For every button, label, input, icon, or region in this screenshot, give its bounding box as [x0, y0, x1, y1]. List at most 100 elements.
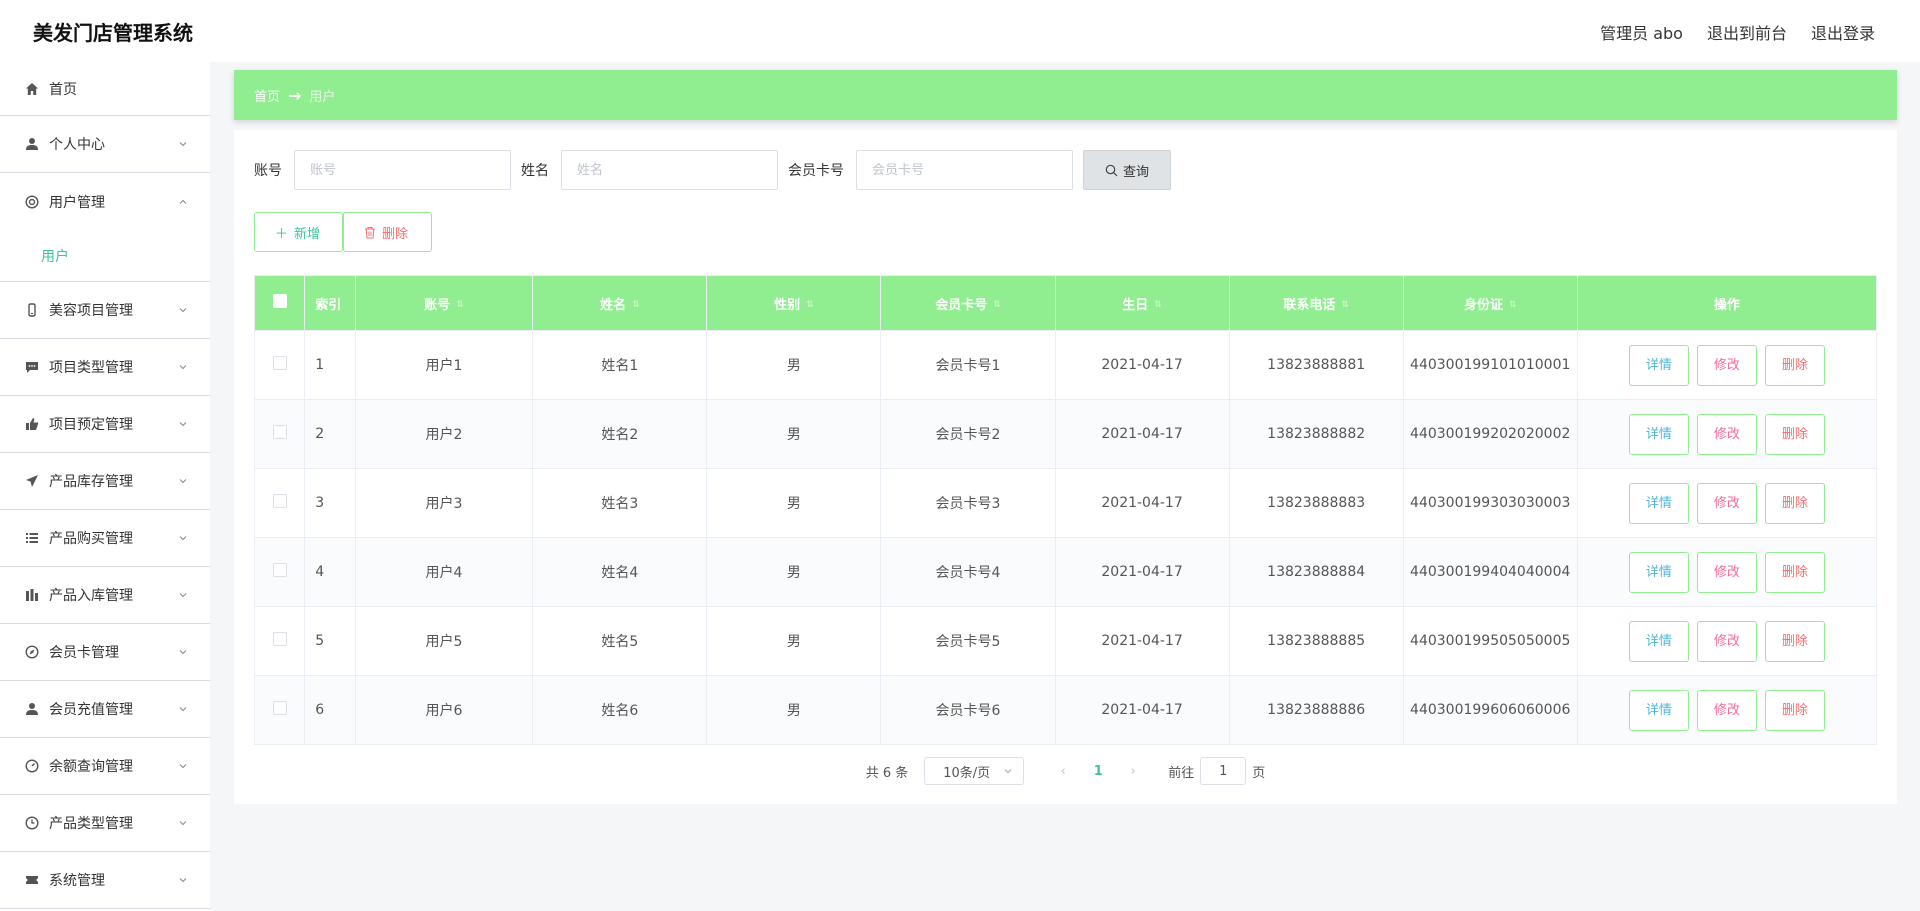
prev-page-button[interactable]: ‹ — [1048, 764, 1078, 779]
sidebar-item-project-booking[interactable]: 项目预定管理 — [0, 396, 210, 453]
chevron-down-icon — [179, 764, 187, 769]
table-row: 3 用户3 姓名3 男 会员卡号3 2021-04-17 13823888883… — [253, 468, 1878, 538]
detail-button[interactable]: 详情 — [1628, 689, 1689, 731]
lifebuoy-icon — [25, 194, 39, 209]
sort-icon[interactable]: ⇅ — [456, 300, 464, 310]
name-input[interactable] — [561, 150, 778, 190]
row-select-cell[interactable] — [253, 330, 306, 400]
thumb-icon — [25, 417, 39, 431]
col-index: 索引 — [304, 275, 356, 331]
col-account[interactable]: 账号 ⇅ — [354, 275, 534, 331]
delete-button[interactable]: 删除 — [1764, 344, 1825, 386]
sidebar-item-label: 用户管理 — [49, 194, 105, 211]
detail-button[interactable]: 详情 — [1628, 413, 1689, 455]
delete-button[interactable]: 删除 — [1764, 551, 1825, 593]
detail-button[interactable]: 详情 — [1628, 344, 1689, 386]
sidebar-item-personal-center[interactable]: 个人中心 — [0, 116, 210, 173]
edit-button[interactable]: 修改 — [1696, 344, 1757, 386]
chevron-up-icon — [179, 199, 187, 204]
chevron-down-icon — [179, 308, 187, 313]
sidebar-item-product-stock[interactable]: 产品库存管理 — [0, 453, 210, 510]
row-checkbox[interactable] — [272, 356, 287, 370]
row-select-cell[interactable] — [253, 468, 306, 538]
sidebar-item-label: 产品库存管理 — [49, 474, 133, 490]
delete-button[interactable]: 删除 — [1764, 620, 1825, 662]
detail-button[interactable]: 详情 — [1628, 551, 1689, 593]
sort-icon[interactable]: ⇅ — [806, 300, 814, 310]
edit-button[interactable]: 修改 — [1696, 413, 1757, 455]
cell-gender: 男 — [706, 675, 882, 745]
row-checkbox[interactable] — [272, 701, 287, 715]
sidebar-item-project-type[interactable]: 项目类型管理 — [0, 339, 210, 396]
chevron-down-icon — [179, 821, 187, 826]
chevron-down-icon — [179, 365, 187, 370]
col-card[interactable]: 会员卡号 ⇅ — [880, 275, 1056, 331]
table-row: 6 用户6 姓名6 男 会员卡号6 2021-04-17 13823888886… — [253, 675, 1878, 745]
col-gender[interactable]: 性别 ⇅ — [706, 275, 882, 331]
search-button[interactable]: 查询 — [1083, 150, 1171, 190]
card-input[interactable] — [856, 150, 1073, 190]
row-checkbox[interactable] — [272, 425, 287, 439]
cell-card: 会员卡号2 — [880, 399, 1056, 469]
gauge-icon — [25, 759, 39, 773]
edit-button[interactable]: 修改 — [1696, 482, 1757, 524]
sidebar-subitem-user[interactable]: 用户 — [0, 230, 210, 282]
cell-name: 姓名4 — [532, 537, 708, 607]
row-checkbox[interactable] — [272, 494, 287, 508]
sort-icon[interactable]: ⇅ — [1154, 300, 1162, 310]
delete-button[interactable]: 删除 — [1764, 482, 1825, 524]
sort-icon[interactable]: ⇅ — [993, 300, 1001, 310]
col-idcard[interactable]: 身份证 ⇅ — [1402, 275, 1578, 331]
row-select-cell[interactable] — [253, 675, 306, 745]
detail-button[interactable]: 详情 — [1628, 482, 1689, 524]
pagination: 共 6 条 10条/页 ‹ 1 › 前往 页 — [234, 757, 1897, 785]
edit-button[interactable]: 修改 — [1696, 620, 1757, 662]
row-select-cell[interactable] — [253, 537, 306, 607]
delete-button[interactable]: 删除 — [1764, 689, 1825, 731]
sidebar-item-product-type[interactable]: 产品类型管理 — [0, 795, 210, 852]
col-name[interactable]: 姓名 ⇅ — [532, 275, 708, 331]
sidebar-item-user-management[interactable]: 用户管理 — [0, 173, 210, 230]
sidebar-item-product-purchase[interactable]: 产品购买管理 — [0, 510, 210, 567]
send-icon — [25, 474, 39, 488]
sidebar-item-beauty-project[interactable]: 美容项目管理 — [0, 282, 210, 339]
page-number-current[interactable]: 1 — [1078, 764, 1118, 779]
logout-link[interactable]: 退出登录 — [1811, 20, 1875, 44]
row-checkbox[interactable] — [272, 563, 287, 577]
select-all-checkbox[interactable] — [272, 294, 287, 308]
edit-button[interactable]: 修改 — [1696, 689, 1757, 731]
goto-page-input[interactable] — [1200, 757, 1247, 785]
page-size-select[interactable]: 10条/页 — [924, 757, 1025, 785]
sidebar-item-product-inbound[interactable]: 产品入库管理 — [0, 567, 210, 624]
breadcrumb-home[interactable]: 首页 — [254, 86, 280, 105]
sort-icon[interactable]: ⇅ — [1509, 300, 1517, 310]
back-to-front-link[interactable]: 退出到前台 — [1707, 20, 1787, 44]
header-select-all[interactable] — [253, 275, 306, 331]
col-birthday[interactable]: 生日 ⇅ — [1054, 275, 1230, 331]
add-button[interactable]: ＋ 新增 — [254, 212, 343, 252]
cell-phone: 13823888885 — [1228, 606, 1404, 676]
cell-idcard: 440300199303030003 — [1402, 468, 1578, 538]
row-checkbox[interactable] — [272, 632, 287, 646]
cell-idcard: 440300199505050005 — [1402, 606, 1578, 676]
col-phone[interactable]: 联系电话 ⇅ — [1228, 275, 1404, 331]
sidebar-item-balance-query[interactable]: 余额查询管理 — [0, 738, 210, 795]
sidebar-item-member-recharge[interactable]: 会员充值管理 — [0, 681, 210, 738]
sidebar-item-home[interactable]: 首页 — [0, 62, 210, 116]
sort-icon[interactable]: ⇅ — [1341, 300, 1349, 310]
edit-button[interactable]: 修改 — [1696, 551, 1757, 593]
chevron-down-icon — [1004, 769, 1012, 774]
sidebar-item-system[interactable]: 系统管理 — [0, 852, 210, 909]
list-icon — [25, 531, 39, 545]
sidebar-item-member-card[interactable]: 会员卡管理 — [0, 624, 210, 681]
batch-delete-button[interactable]: 删除 — [343, 212, 432, 252]
account-input[interactable] — [294, 150, 511, 190]
cell-index: 1 — [304, 330, 356, 400]
next-page-button[interactable]: › — [1118, 764, 1148, 779]
sidebar-item-label: 产品类型管理 — [49, 816, 133, 832]
detail-button[interactable]: 详情 — [1628, 620, 1689, 662]
row-select-cell[interactable] — [253, 399, 306, 469]
delete-button[interactable]: 删除 — [1764, 413, 1825, 455]
row-select-cell[interactable] — [253, 606, 306, 676]
sort-icon[interactable]: ⇅ — [632, 300, 640, 310]
